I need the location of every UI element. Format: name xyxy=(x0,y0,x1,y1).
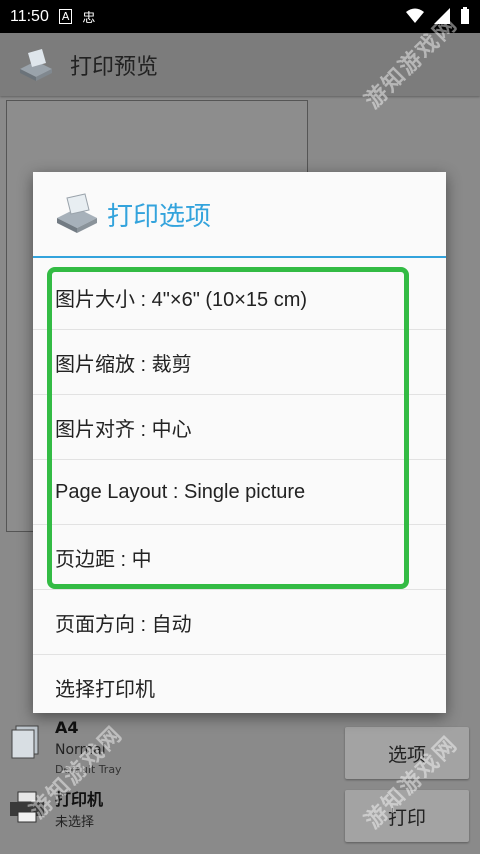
option-page-layout[interactable]: Page Layout : Single picture xyxy=(33,460,446,525)
paper-size: A4 xyxy=(55,718,79,737)
status-bar: 11:50 A 忠 xyxy=(0,0,480,33)
option-label: 页边距 : 中 xyxy=(55,548,152,571)
option-picture-align[interactable]: 图片对齐 : 中心 xyxy=(33,395,446,460)
print-options-dialog: 打印选项 图片大小 : 4"×6" (10×15 cm) 图片缩放 : 裁剪 图… xyxy=(33,172,446,713)
wifi-icon xyxy=(406,8,424,23)
option-label: 页面方向 : 自动 xyxy=(55,613,192,636)
option-label: 图片缩放 : 裁剪 xyxy=(55,353,192,376)
page-title: 打印预览 xyxy=(70,55,159,80)
notification-app-icon: 忠 xyxy=(82,11,96,26)
notification-a-icon: A xyxy=(58,9,73,24)
option-picture-size[interactable]: 图片大小 : 4"×6" (10×15 cm) xyxy=(33,265,446,330)
battery-icon xyxy=(461,7,469,24)
status-time: 11:50 xyxy=(10,7,49,25)
option-picture-scale[interactable]: 图片缩放 : 裁剪 xyxy=(33,330,446,395)
printer-logo-icon xyxy=(57,193,97,233)
option-margins[interactable]: 页边距 : 中 xyxy=(33,525,446,590)
option-orientation[interactable]: 页面方向 : 自动 xyxy=(33,590,446,655)
option-label: Page Layout : Single picture xyxy=(55,480,306,503)
option-select-printer[interactable]: 选择打印机 xyxy=(33,655,446,720)
dialog-divider xyxy=(33,256,446,258)
printer-logo-icon xyxy=(20,49,52,81)
option-label: 图片大小 : 4"×6" (10×15 cm) xyxy=(55,288,308,311)
dialog-header: 打印选项 xyxy=(33,172,446,256)
dialog-title: 打印选项 xyxy=(107,202,212,232)
printer-value: 未选择 xyxy=(55,815,95,830)
option-label: 选择打印机 xyxy=(55,679,155,701)
paper-icon xyxy=(11,725,39,759)
option-label: 图片对齐 : 中心 xyxy=(55,418,192,441)
